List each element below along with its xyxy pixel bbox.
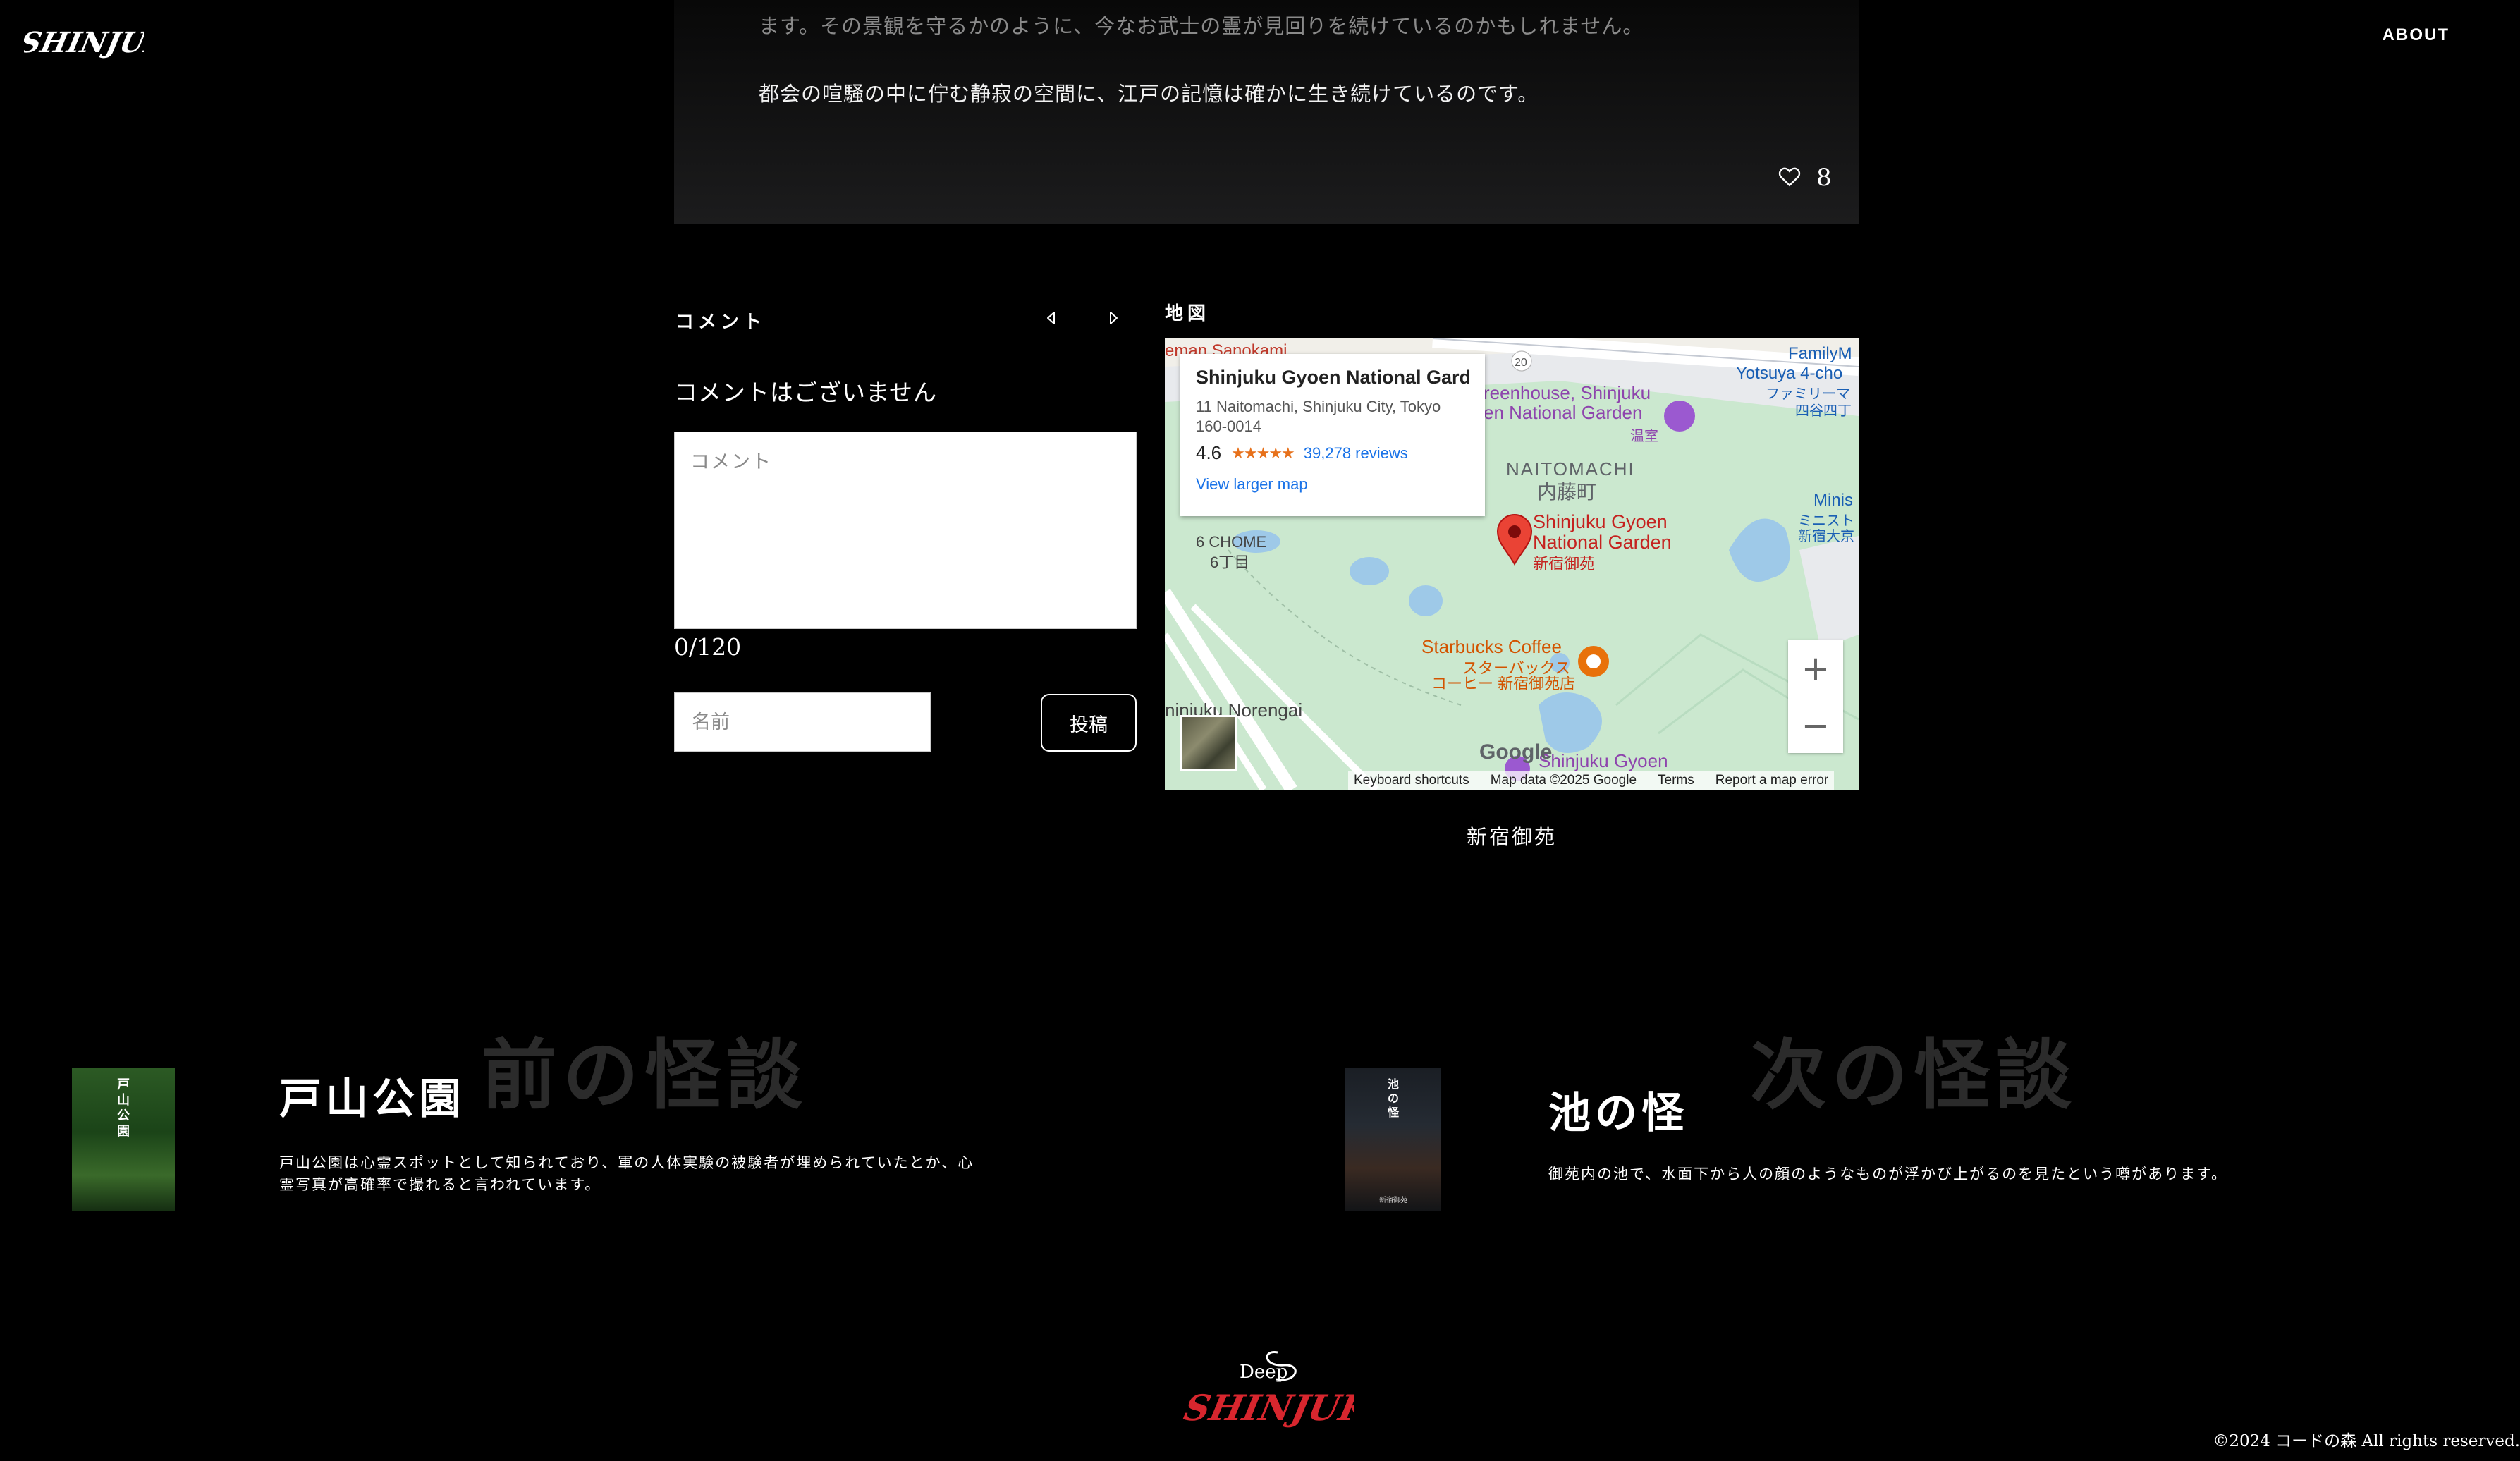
prev-story-watermark: 前の怪談 <box>481 1031 809 1120</box>
map-label: 6 CHOME <box>1196 533 1267 551</box>
caret-right-icon[interactable] <box>1103 307 1124 329</box>
plus-icon[interactable]: + <box>1788 640 1843 697</box>
name-input[interactable] <box>674 692 931 752</box>
heart-outline-icon[interactable] <box>1777 164 1802 189</box>
map-label: 四谷四丁 <box>1795 403 1852 419</box>
nav-about-link[interactable]: ABOUT <box>2383 25 2449 45</box>
prev-story-thumbnail[interactable]: 戸 山 公 園 <box>72 1068 175 1211</box>
map-label: 6丁目 <box>1210 554 1250 571</box>
minus-icon[interactable]: − <box>1788 697 1843 754</box>
map-label: Shinjuku Gyoen <box>1539 750 1668 771</box>
footer-logo[interactable]: Deep SHINJUKU <box>1178 1343 1354 1434</box>
next-thumb-footer: 新宿御苑 <box>1379 1197 1407 1204</box>
map-reviews-link[interactable]: 39,278 reviews <box>1304 444 1408 463</box>
site-logo[interactable]: SHINJUKU <box>24 21 144 63</box>
map-pin-icon[interactable] <box>1495 512 1534 566</box>
map-label: reenhouse, Shinjuku <box>1484 382 1651 403</box>
map-label: Minis <box>1813 491 1854 510</box>
next-story-thumbnail[interactable]: 池 の 怪 新宿御苑 <box>1345 1068 1441 1211</box>
map-report-error-link[interactable]: Report a map error <box>1715 773 1829 788</box>
next-story-watermark: 次の怪談 <box>1750 1031 2078 1120</box>
map-place-title: Shinjuku Gyoen National Gard... <box>1196 367 1469 388</box>
site-logo-text: SHINJUKU <box>24 25 144 59</box>
map-label: FamilyM <box>1788 344 1852 363</box>
next-thumb-title: 池 の 怪 <box>1387 1077 1399 1119</box>
copyright-notice: ©2024 コードの森 All rights reserved. <box>2213 1432 2520 1450</box>
comment-char-counter: 0/120 <box>674 633 742 661</box>
article-paragraph-last: 都会の喧騒の中に佇む静寂の空間に、江戸の記憶は確かに生き続けているのです。 <box>759 82 1539 106</box>
map-info-card: Shinjuku Gyoen National Gard... 11 Naito… <box>1180 354 1485 516</box>
map-zoom-control: + − <box>1788 640 1843 753</box>
caret-left-icon[interactable] <box>1041 307 1062 329</box>
map-label: Starbucks Coffee <box>1421 636 1562 657</box>
map-marker-label: Shinjuku Gyoen <box>1533 511 1668 532</box>
post-comment-button[interactable]: 投稿 <box>1041 694 1137 752</box>
map-marker-label-ja: 新宿御苑 <box>1533 555 1596 573</box>
view-larger-map-link[interactable]: View larger map <box>1196 475 1469 494</box>
map-rating: 4.6 <box>1196 442 1222 463</box>
rating-stars-icon: ★★★★★ <box>1231 444 1295 462</box>
map-attribution-bar: Keyboard shortcuts Map data ©2025 Google… <box>1348 771 1835 790</box>
map-keyboard-shortcuts-link[interactable]: Keyboard shortcuts <box>1354 773 1469 788</box>
comments-section-label: コメント <box>675 312 766 333</box>
map-label: コーヒー 新宿御苑店 <box>1431 675 1576 692</box>
map-satellite-toggle[interactable] <box>1180 715 1237 771</box>
map-label: Yotsuya 4-cho <box>1736 364 1843 383</box>
google-map[interactable]: 20 eman Sanokami reenhouse, Shinjuku en … <box>1165 338 1859 790</box>
map-data-credit: Map data ©2025 Google <box>1490 773 1637 788</box>
next-story-title[interactable]: 池の怪 <box>1548 1079 1688 1140</box>
google-logo: Google <box>1479 740 1553 764</box>
map-terms-link[interactable]: Terms <box>1658 773 1694 788</box>
article-card: ます。その景観を守るかのように、今なお武士の霊が見回りを続けているのかもしれませ… <box>674 0 1859 224</box>
footer-logo-text: SHINJUKU <box>1180 1388 1354 1429</box>
map-label: 内藤町 <box>1537 481 1597 503</box>
map-label: 新宿大京 <box>1798 529 1854 544</box>
prev-thumb-title: 戸 山 公 園 <box>117 1077 130 1139</box>
map-label: en National Garden <box>1484 402 1643 423</box>
prev-story-title[interactable]: 戸山公園 <box>279 1065 465 1126</box>
article-paragraph: ます。その景観を守るかのように、今なお武士の霊が見回りを続けているのかもしれませ… <box>759 14 1644 38</box>
map-section-label: 地図 <box>1165 303 1211 324</box>
map-label: 温室 <box>1630 429 1658 444</box>
map-place-address: 11 Naitomachi, Shinjuku City, Tokyo 160-… <box>1196 398 1441 435</box>
comment-textarea[interactable] <box>674 432 1137 629</box>
next-story-description: 御苑内の池で、水面下から人の顔のようなものが浮かび上がるのを見たという噂がありま… <box>1548 1166 2228 1182</box>
no-comments-message: コメントはございません <box>674 379 938 406</box>
like-count: 8 <box>1816 164 1832 192</box>
prev-story-description: 戸山公園は心霊スポットとして知られており、軍の人体実験の被験者が埋められていたと… <box>279 1154 974 1193</box>
map-caption: 新宿御苑 <box>1466 825 1557 849</box>
map-route-number: 20 <box>1515 357 1527 369</box>
footer-logo-small-text: Deep <box>1240 1362 1287 1383</box>
map-marker-label: National Garden <box>1533 532 1672 553</box>
